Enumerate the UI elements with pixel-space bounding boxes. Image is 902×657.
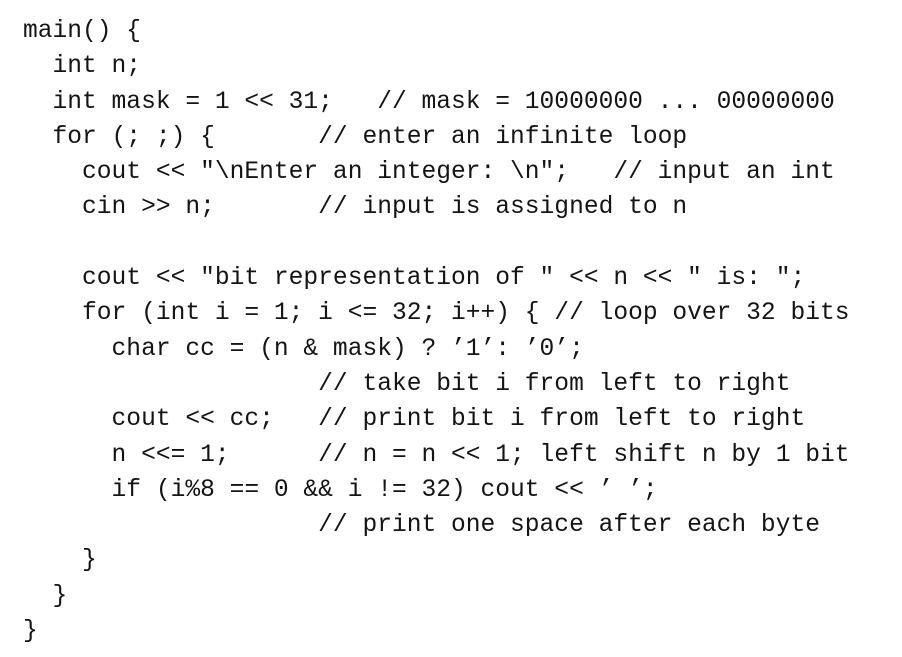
code-line: cout << "bit representation of " << n <<… bbox=[23, 265, 806, 293]
code-line: cin >> n; // input is assigned to n bbox=[23, 194, 688, 222]
code-line: for (int i = 1; i <= 32; i++) { // loop … bbox=[23, 300, 850, 328]
code-listing: main() { int n; int mask = 1 << 31; // m… bbox=[23, 14, 850, 649]
code-line: int mask = 1 << 31; // mask = 10000000 .… bbox=[23, 88, 835, 116]
code-line: char cc = (n & mask) ? ’1’: ’0’; bbox=[23, 335, 584, 363]
comment-line: // take bit i from left to right bbox=[23, 370, 791, 398]
code-line: for (; ;) { // enter an infinite loop bbox=[23, 123, 688, 151]
closing-brace: } bbox=[23, 582, 68, 610]
code-line: cout << "\nEnter an integer: \n"; // inp… bbox=[23, 159, 835, 187]
code-line: n <<= 1; // n = n << 1; left shift n by … bbox=[23, 441, 850, 469]
closing-brace: } bbox=[23, 547, 97, 575]
closing-brace: } bbox=[23, 618, 38, 646]
code-line: cout << cc; // print bit i from left to … bbox=[23, 406, 806, 434]
code-line: int n; bbox=[23, 53, 142, 81]
code-line: main() { bbox=[23, 18, 142, 45]
code-line: if (i%8 == 0 && i != 32) cout << ’ ’; bbox=[23, 476, 658, 504]
comment-line: // print one space after each byte bbox=[23, 512, 820, 540]
